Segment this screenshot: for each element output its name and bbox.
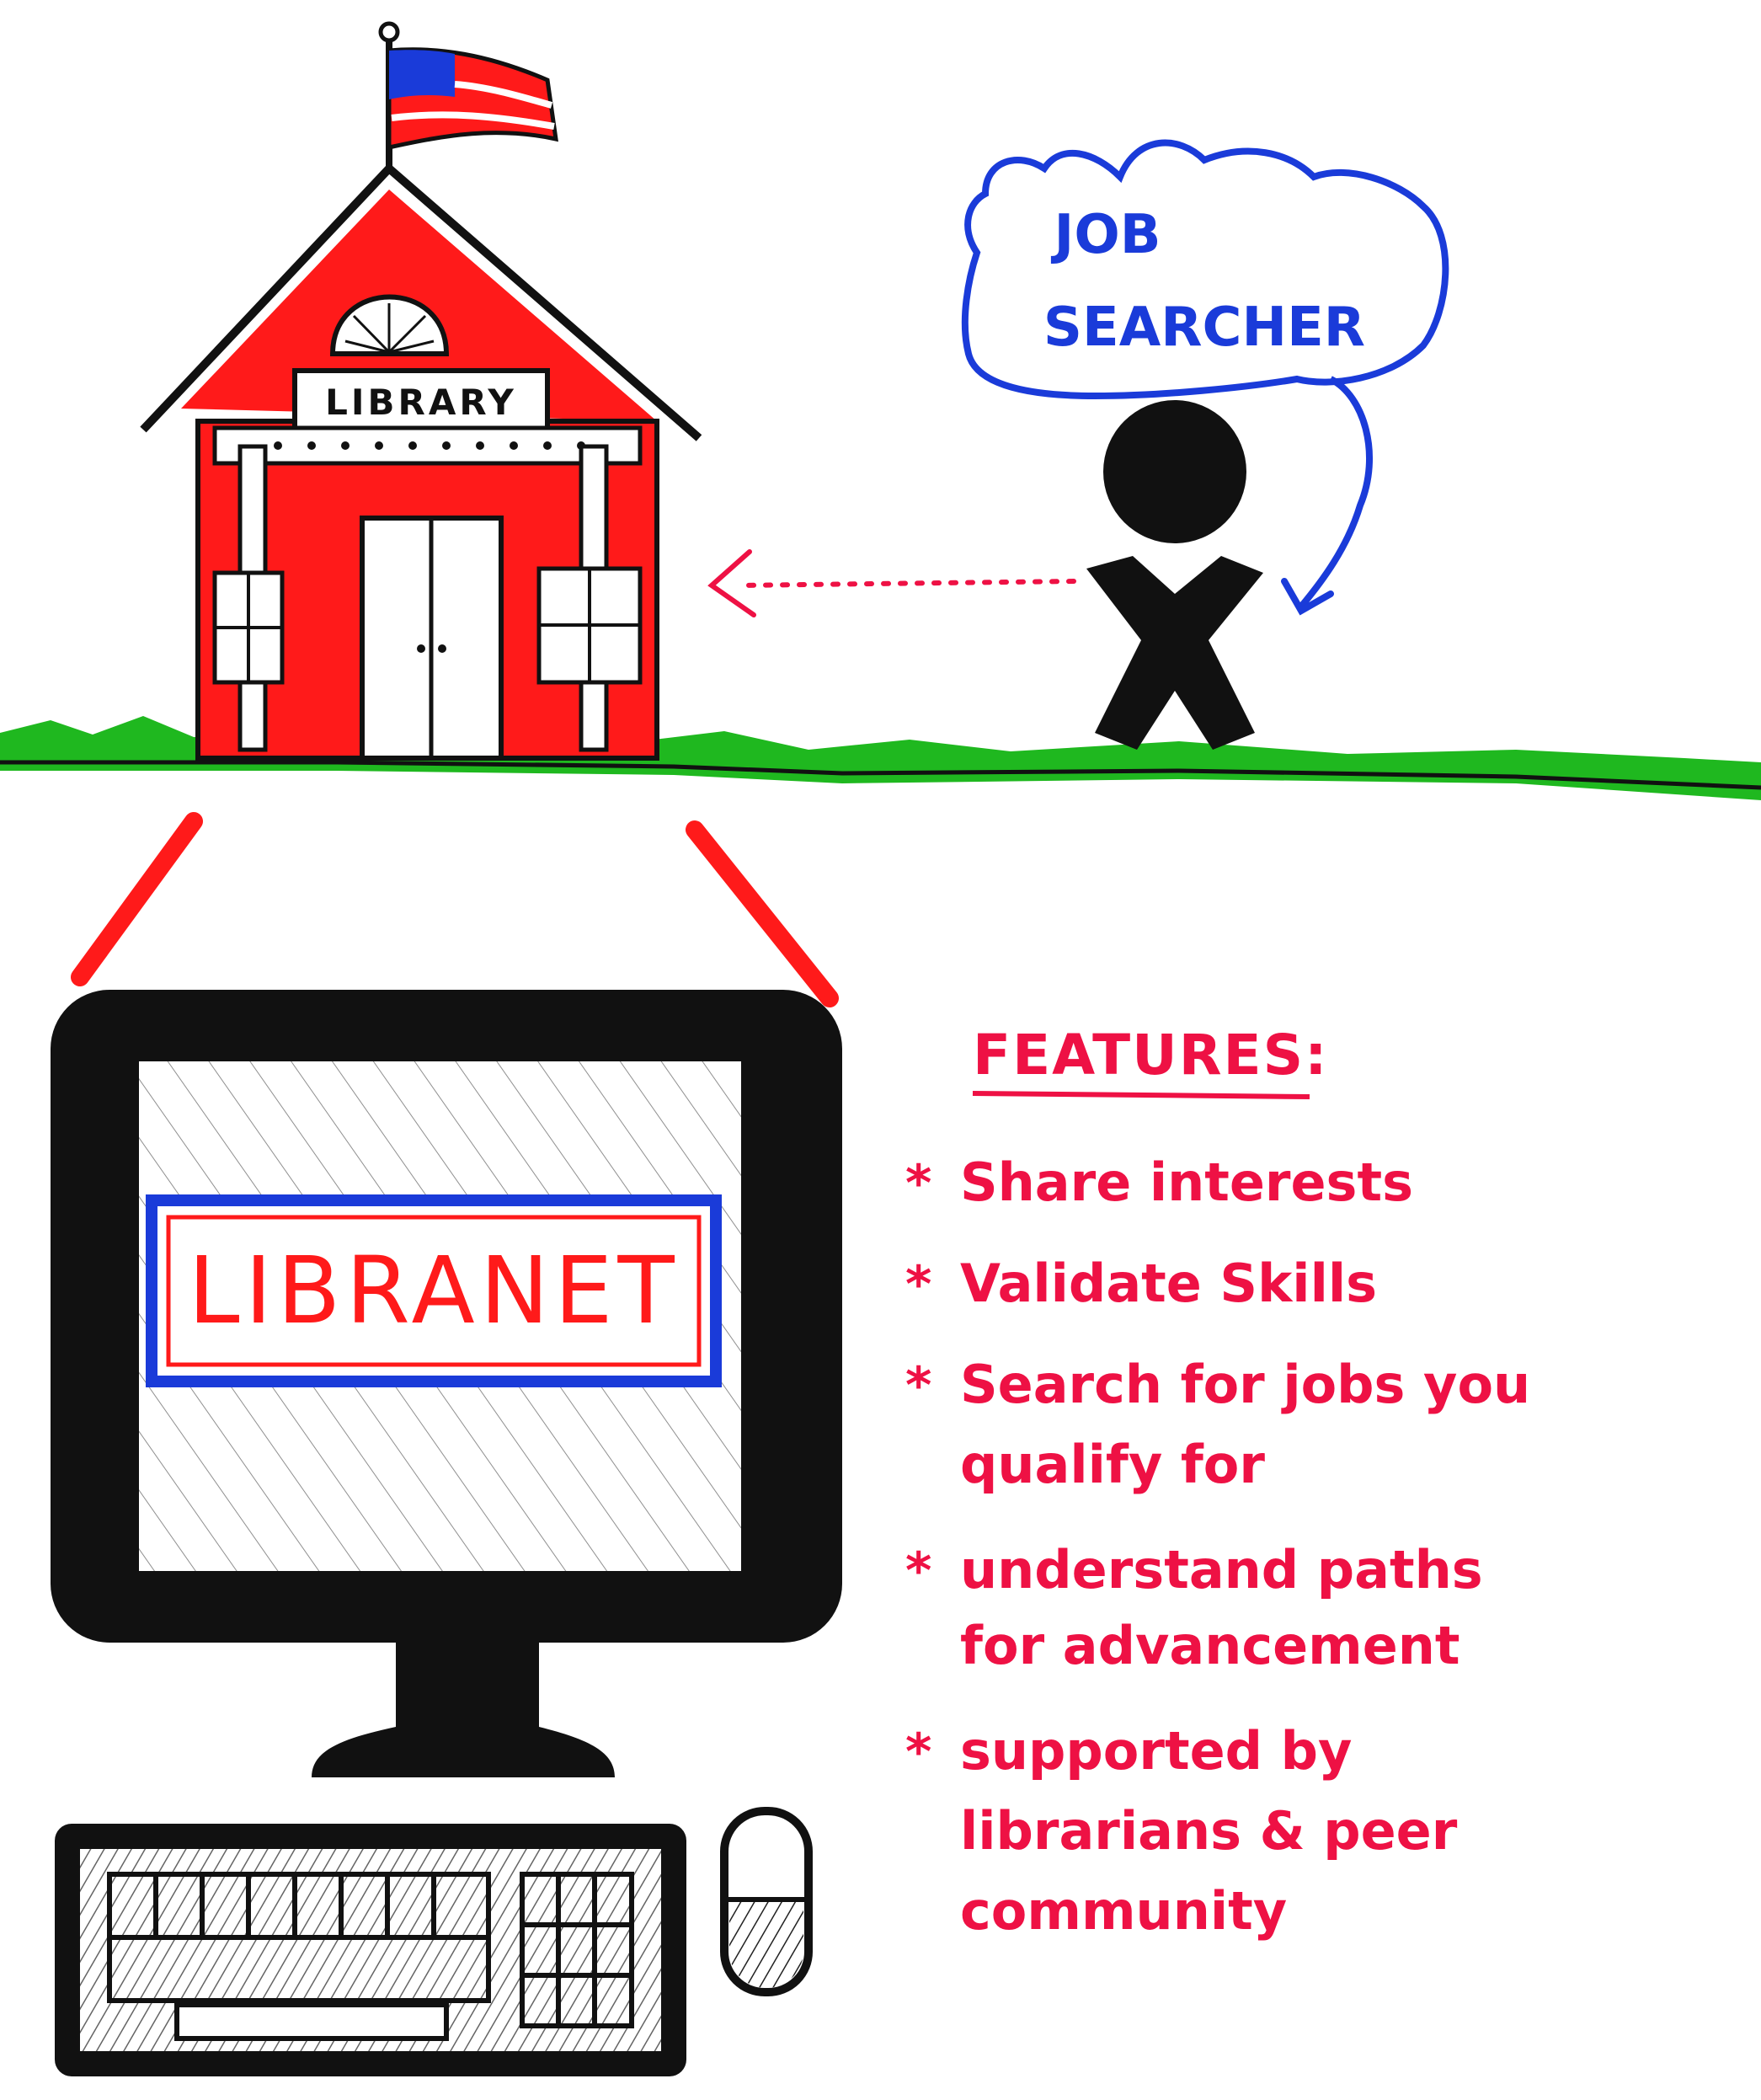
feature-item: * Search for jobs you qualify for <box>905 1354 1530 1495</box>
feature-text-cont: librarians & peer <box>960 1800 1458 1862</box>
feature-text: Validate Skills <box>960 1253 1377 1314</box>
connector-left <box>71 812 203 986</box>
computer-monitor: LIBRANET <box>51 990 842 1777</box>
feature-text: Search for jobs you <box>960 1354 1530 1415</box>
feature-bullet-icon: * <box>905 1356 931 1415</box>
bubble-line-2: SEARCHER <box>1043 297 1365 359</box>
library-job-search-illustration: LIBRARY JOB SEARCHER LIBRANET FEATURES: … <box>0 21 1761 2076</box>
library-window-left <box>212 570 285 685</box>
feature-bullet-icon: * <box>905 1542 931 1600</box>
feature-bullet-icon: * <box>905 1154 931 1213</box>
library-sign-text: LIBRARY <box>325 382 517 423</box>
feature-item: * understand paths for advancement <box>905 1539 1483 1676</box>
feature-item: * Share interests <box>905 1152 1413 1213</box>
features-panel: FEATURES: * Share interests * Validate S… <box>905 1023 1530 1942</box>
feature-text: Share interests <box>960 1152 1413 1213</box>
connector-right <box>686 820 839 1007</box>
libranet-title: LIBRANET <box>188 1237 679 1344</box>
feature-text: understand paths <box>960 1539 1483 1600</box>
feature-text-cont: qualify for <box>960 1434 1265 1495</box>
job-searcher-bubble: JOB SEARCHER <box>961 139 1449 616</box>
dotted-arrow <box>707 549 1076 617</box>
library-building: LIBRARY <box>140 21 702 761</box>
feature-bullet-icon: * <box>905 1723 931 1782</box>
job-searcher-figure <box>1086 400 1263 750</box>
bubble-line-1: JOB <box>1051 204 1161 266</box>
keyboard <box>55 1824 686 2076</box>
mouse-icon <box>720 1807 813 1996</box>
feature-item: * supported by librarians & peer communi… <box>905 1720 1458 1942</box>
feature-bullet-icon: * <box>905 1255 931 1314</box>
feature-text-cont: community <box>960 1880 1287 1942</box>
library-window-right <box>536 566 643 685</box>
flag-icon <box>378 21 558 168</box>
feature-item: * Validate Skills <box>905 1253 1377 1314</box>
feature-text-cont: for advancement <box>960 1615 1460 1676</box>
features-heading: FEATURES: <box>973 1023 1329 1087</box>
feature-text: supported by <box>960 1720 1352 1782</box>
